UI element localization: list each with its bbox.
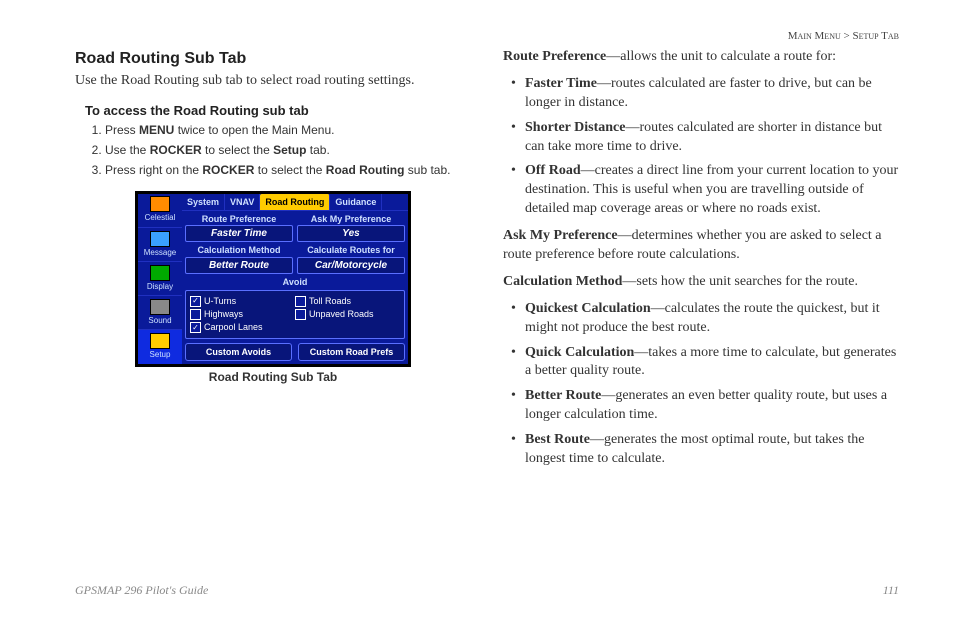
ask-pref-para: Ask My Preference—determines whether you… (503, 227, 899, 265)
label-ask-pref: Ask My Preference (297, 213, 405, 225)
figure-caption: Road Routing Sub Tab (75, 369, 471, 385)
celestial-icon (150, 196, 170, 212)
chk-unpaved: Unpaved Roads (295, 308, 400, 320)
intro-text: Use the Road Routing sub tab to select r… (75, 72, 471, 91)
tab-system: System (182, 194, 225, 210)
side-setup: Setup (138, 329, 182, 363)
right-column: Route Preference—allows the unit to calc… (503, 48, 899, 575)
tab-road-routing: Road Routing (260, 194, 330, 210)
checkbox-icon (295, 296, 306, 307)
side-sound: Sound (138, 295, 182, 329)
breadcrumb: Main Menu > Setup Tab (75, 30, 899, 42)
item-best-route: Best Route—generates the most optimal ro… (525, 431, 899, 469)
chk-highways: Highways (190, 308, 295, 320)
breadcrumb-main: Main Menu (788, 30, 841, 42)
device-screenshot: Celestial Message Display Sound Setup Sy… (135, 191, 411, 367)
footer-page: 111 (883, 583, 899, 598)
route-pref-list: Faster Time—routes calculated are faster… (503, 75, 899, 219)
item-shorter-distance: Shorter Distance—routes calculated are s… (525, 119, 899, 157)
check-icon: ✓ (190, 322, 201, 333)
value-calc-method: Better Route (185, 257, 293, 275)
step-3: Press right on the ROCKER to select the … (105, 162, 471, 178)
access-title: To access the Road Routing sub tab (85, 102, 471, 120)
side-display: Display (138, 261, 182, 295)
chk-carpool: ✓Carpool Lanes (190, 321, 295, 333)
breadcrumb-sub: Setup Tab (852, 30, 899, 42)
checkbox-icon (295, 309, 306, 320)
label-calc-for: Calculate Routes for (297, 244, 405, 256)
device-sidebar: Celestial Message Display Sound Setup (138, 194, 182, 364)
label-calc-method: Calculation Method (185, 244, 293, 256)
section-title: Road Routing Sub Tab (75, 48, 471, 70)
btn-custom-prefs: Custom Road Prefs (298, 343, 405, 361)
side-celestial: Celestial (138, 194, 182, 227)
item-off-road: Off Road—creates a direct line from your… (525, 162, 899, 219)
item-quick-calc: Quick Calculation—takes a more time to c… (525, 344, 899, 382)
tab-vnav: VNAV (225, 194, 260, 210)
label-avoid: Avoid (185, 276, 405, 288)
avoid-box: ✓U-Turns Highways ✓Carpool Lanes Toll Ro… (185, 290, 405, 338)
chk-uturns: ✓U-Turns (190, 295, 295, 307)
value-calc-for: Car/Motorcycle (297, 257, 405, 275)
item-better-route: Better Route—generates an even better qu… (525, 387, 899, 425)
check-icon: ✓ (190, 296, 201, 307)
calc-method-list: Quickest Calculation—calculates the rout… (503, 300, 899, 469)
footer-guide: GPSMAP 296 Pilot's Guide (75, 583, 208, 598)
checkbox-icon (190, 309, 201, 320)
route-pref-para: Route Preference—allows the unit to calc… (503, 48, 899, 67)
sound-icon (150, 299, 170, 315)
side-message: Message (138, 227, 182, 261)
breadcrumb-sep: > (841, 30, 853, 42)
chk-toll: Toll Roads (295, 295, 400, 307)
steps-list: Press MENU twice to open the Main Menu. … (85, 122, 471, 179)
item-quickest-calc: Quickest Calculation—calculates the rout… (525, 300, 899, 338)
step-1: Press MENU twice to open the Main Menu. (105, 122, 471, 138)
tab-guidance: Guidance (330, 194, 382, 210)
value-ask-pref: Yes (297, 225, 405, 243)
calc-method-para: Calculation Method—sets how the unit sea… (503, 273, 899, 292)
left-column: Road Routing Sub Tab Use the Road Routin… (75, 48, 471, 575)
item-faster-time: Faster Time—routes calculated are faster… (525, 75, 899, 113)
btn-custom-avoids: Custom Avoids (185, 343, 292, 361)
value-route-pref: Faster Time (185, 225, 293, 243)
label-route-pref: Route Preference (185, 213, 293, 225)
setup-icon (150, 333, 170, 349)
step-2: Use the ROCKER to select the Setup tab. (105, 142, 471, 158)
device-tabs: System VNAV Road Routing Guidance (182, 194, 408, 211)
display-icon (150, 265, 170, 281)
message-icon (150, 231, 170, 247)
page-footer: GPSMAP 296 Pilot's Guide 111 (75, 583, 899, 598)
